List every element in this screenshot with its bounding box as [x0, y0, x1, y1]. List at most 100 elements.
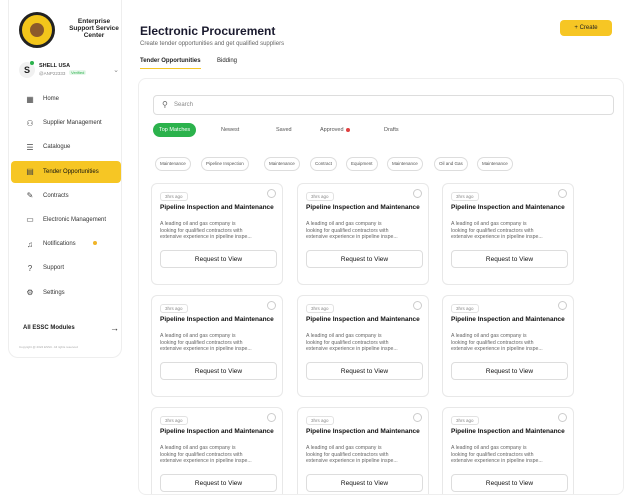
arrow-right-icon: → — [110, 323, 119, 333]
time-badge: 3hrs ago — [451, 304, 479, 313]
filter-saved[interactable]: Saved — [276, 123, 292, 137]
online-status-icon — [30, 61, 34, 65]
tender-card[interactable]: 3hrs ago Pipeline Inspection and Mainten… — [442, 295, 574, 397]
sidebar-item-contracts[interactable]: ✎ Contracts — [11, 185, 121, 207]
bookmark-icon[interactable] — [558, 189, 567, 198]
grid-icon: ▦ — [26, 94, 34, 104]
sidebar-item-home[interactable]: ▦ Home — [11, 88, 121, 110]
card-title: Pipeline Inspection and Maintenance — [451, 204, 565, 211]
card-description: A leading oil and gas company is looking … — [451, 445, 569, 465]
tender-card[interactable]: 3hrs ago Pipeline Inspection and Mainten… — [151, 183, 283, 285]
all-modules-link[interactable]: All ESSC Modules → — [23, 323, 119, 333]
sidebar-item-label: Home — [43, 96, 60, 102]
create-button[interactable]: + Create — [560, 20, 612, 36]
page-subtitle: Create tender opportunities and get qual… — [140, 41, 285, 47]
copyright: Copyright @ 2024 ESSC. All rights reserv… — [19, 345, 78, 349]
tender-card[interactable]: 3hrs ago Pipeline Inspection and Mainten… — [442, 407, 574, 494]
chip[interactable]: Maintenance — [264, 157, 300, 171]
time-badge: 3hrs ago — [306, 416, 334, 425]
support-icon: ? — [27, 263, 33, 273]
sidebar-item-settings[interactable]: ⚙ Settings — [11, 282, 121, 304]
card-title: Pipeline Inspection and Maintenance — [451, 316, 565, 323]
request-to-view-button[interactable]: Request to View — [451, 362, 568, 380]
desc-line: extensive experience in pipeline inspe..… — [306, 234, 398, 240]
chip[interactable]: Oil and Gas — [434, 157, 468, 171]
sidebar-item-label: Notifications — [43, 241, 76, 248]
filter-newest[interactable]: Newest — [221, 123, 239, 137]
tender-card[interactable]: 3hrs ago Pipeline Inspection and Mainten… — [151, 407, 283, 494]
bookmark-icon[interactable] — [558, 301, 567, 310]
sidebar-item-electronic-management[interactable]: ▭ Electronic Management — [11, 209, 121, 231]
chevron-down-icon: ⌄ — [113, 67, 119, 74]
brand-name: Enterprise Support Service Center — [59, 18, 129, 39]
filter-drafts[interactable]: Drafts — [384, 123, 399, 137]
time-badge: 3hrs ago — [451, 192, 479, 201]
request-to-view-button[interactable]: Request to View — [306, 362, 423, 380]
sidebar-item-notifications[interactable]: ♫ Notifications — [11, 233, 121, 255]
filter-top-matches[interactable]: Top Matches — [153, 123, 197, 137]
request-to-view-button[interactable]: Request to View — [306, 474, 423, 492]
sidebar-item-label: Catalogue — [43, 144, 71, 151]
request-to-view-button[interactable]: Request to View — [306, 250, 423, 268]
time-badge: 3hrs ago — [160, 192, 188, 201]
desc-line: extensive experience in pipeline inspe..… — [451, 346, 543, 352]
request-to-view-button[interactable]: Request to View — [451, 474, 568, 492]
tender-card[interactable]: 3hrs ago Pipeline Inspection and Mainten… — [297, 183, 429, 285]
notification-dot — [93, 241, 97, 246]
chip[interactable]: Maintenance — [477, 157, 513, 171]
time-badge: 3hrs ago — [160, 416, 188, 425]
card-title: Pipeline Inspection and Maintenance — [306, 428, 420, 435]
sidebar-item-supplier-management[interactable]: ⚇ Supplier Management — [11, 112, 121, 134]
tab-tender-opportunities[interactable]: Tender Opportunities — [140, 58, 201, 69]
card-title: Pipeline Inspection and Maintenance — [306, 204, 420, 211]
bookmark-icon[interactable] — [413, 189, 422, 198]
bookmark-icon[interactable] — [267, 413, 276, 422]
brand-line: Support Service — [69, 25, 119, 32]
tender-card[interactable]: 3hrs ago Pipeline Inspection and Mainten… — [151, 295, 283, 397]
all-modules-label: All ESSC Modules — [23, 325, 75, 331]
tender-card[interactable]: 3hrs ago Pipeline Inspection and Mainten… — [442, 183, 574, 285]
card-description: A leading oil and gas company is looking … — [451, 333, 569, 353]
desc-line: extensive experience in pipeline inspe..… — [306, 346, 398, 352]
users-icon: ⚇ — [26, 118, 34, 128]
bookmark-icon[interactable] — [267, 189, 276, 198]
time-badge: 3hrs ago — [160, 304, 188, 313]
tab-bidding[interactable]: Bidding — [217, 58, 237, 68]
search-placeholder: Search — [174, 102, 194, 108]
sidebar-item-tender-opportunities[interactable]: ▤ Tender Opportunities — [11, 160, 121, 183]
account-switcher[interactable]: S SHELL USA @ANP22333 Verified ⌄ — [19, 60, 123, 82]
chip[interactable]: Equipment — [346, 157, 378, 171]
desc-line: extensive experience in pipeline inspe..… — [451, 234, 543, 240]
sidebar-nav: ▦ Home ⚇ Supplier Management ☰ Catalogue ▤ T… — [11, 88, 121, 306]
brand[interactable]: Enterprise Support Service Center — [19, 10, 119, 50]
request-to-view-button[interactable]: Request to View — [160, 250, 277, 268]
chip[interactable]: Maintenance — [387, 157, 423, 171]
bell-icon: ♫ — [27, 239, 33, 249]
request-to-view-button[interactable]: Request to View — [451, 250, 568, 268]
chip[interactable]: Maintenance — [155, 157, 191, 171]
tender-card[interactable]: 3hrs ago Pipeline Inspection and Mainten… — [297, 295, 429, 397]
chip[interactable]: Pipeline Inspection — [201, 157, 249, 171]
bookmark-icon[interactable] — [267, 301, 276, 310]
card-description: A leading oil and gas company is looking … — [451, 221, 569, 241]
chip[interactable]: Contract — [310, 157, 338, 171]
card-description: A leading oil and gas company is looking … — [306, 445, 424, 465]
sidebar-item-label: Settings — [43, 289, 65, 296]
search-input[interactable]: ⚲ Search — [153, 95, 614, 115]
card-title: Pipeline Inspection and Maintenance — [160, 204, 274, 211]
card-description: A leading oil and gas company is looking … — [306, 333, 424, 353]
tender-card[interactable]: 3hrs ago Pipeline Inspection and Mainten… — [297, 407, 429, 494]
card-description: A leading oil and gas company is looking … — [306, 221, 424, 241]
filter-approved[interactable]: Approved — [320, 123, 350, 137]
brand-line: Enterprise — [77, 18, 111, 25]
desc-line: extensive experience in pipeline inspe..… — [451, 458, 543, 464]
request-to-view-button[interactable]: Request to View — [160, 474, 277, 492]
bookmark-icon[interactable] — [413, 413, 422, 422]
sidebar-item-catalogue[interactable]: ☰ Catalogue — [11, 136, 121, 158]
bookmark-icon[interactable] — [413, 301, 422, 310]
sidebar-item-support[interactable]: ? Support — [11, 257, 121, 279]
gear-icon: ⚙ — [26, 288, 34, 297]
bookmark-icon[interactable] — [558, 413, 567, 422]
folder-icon: ▭ — [26, 215, 34, 225]
request-to-view-button[interactable]: Request to View — [160, 362, 277, 380]
